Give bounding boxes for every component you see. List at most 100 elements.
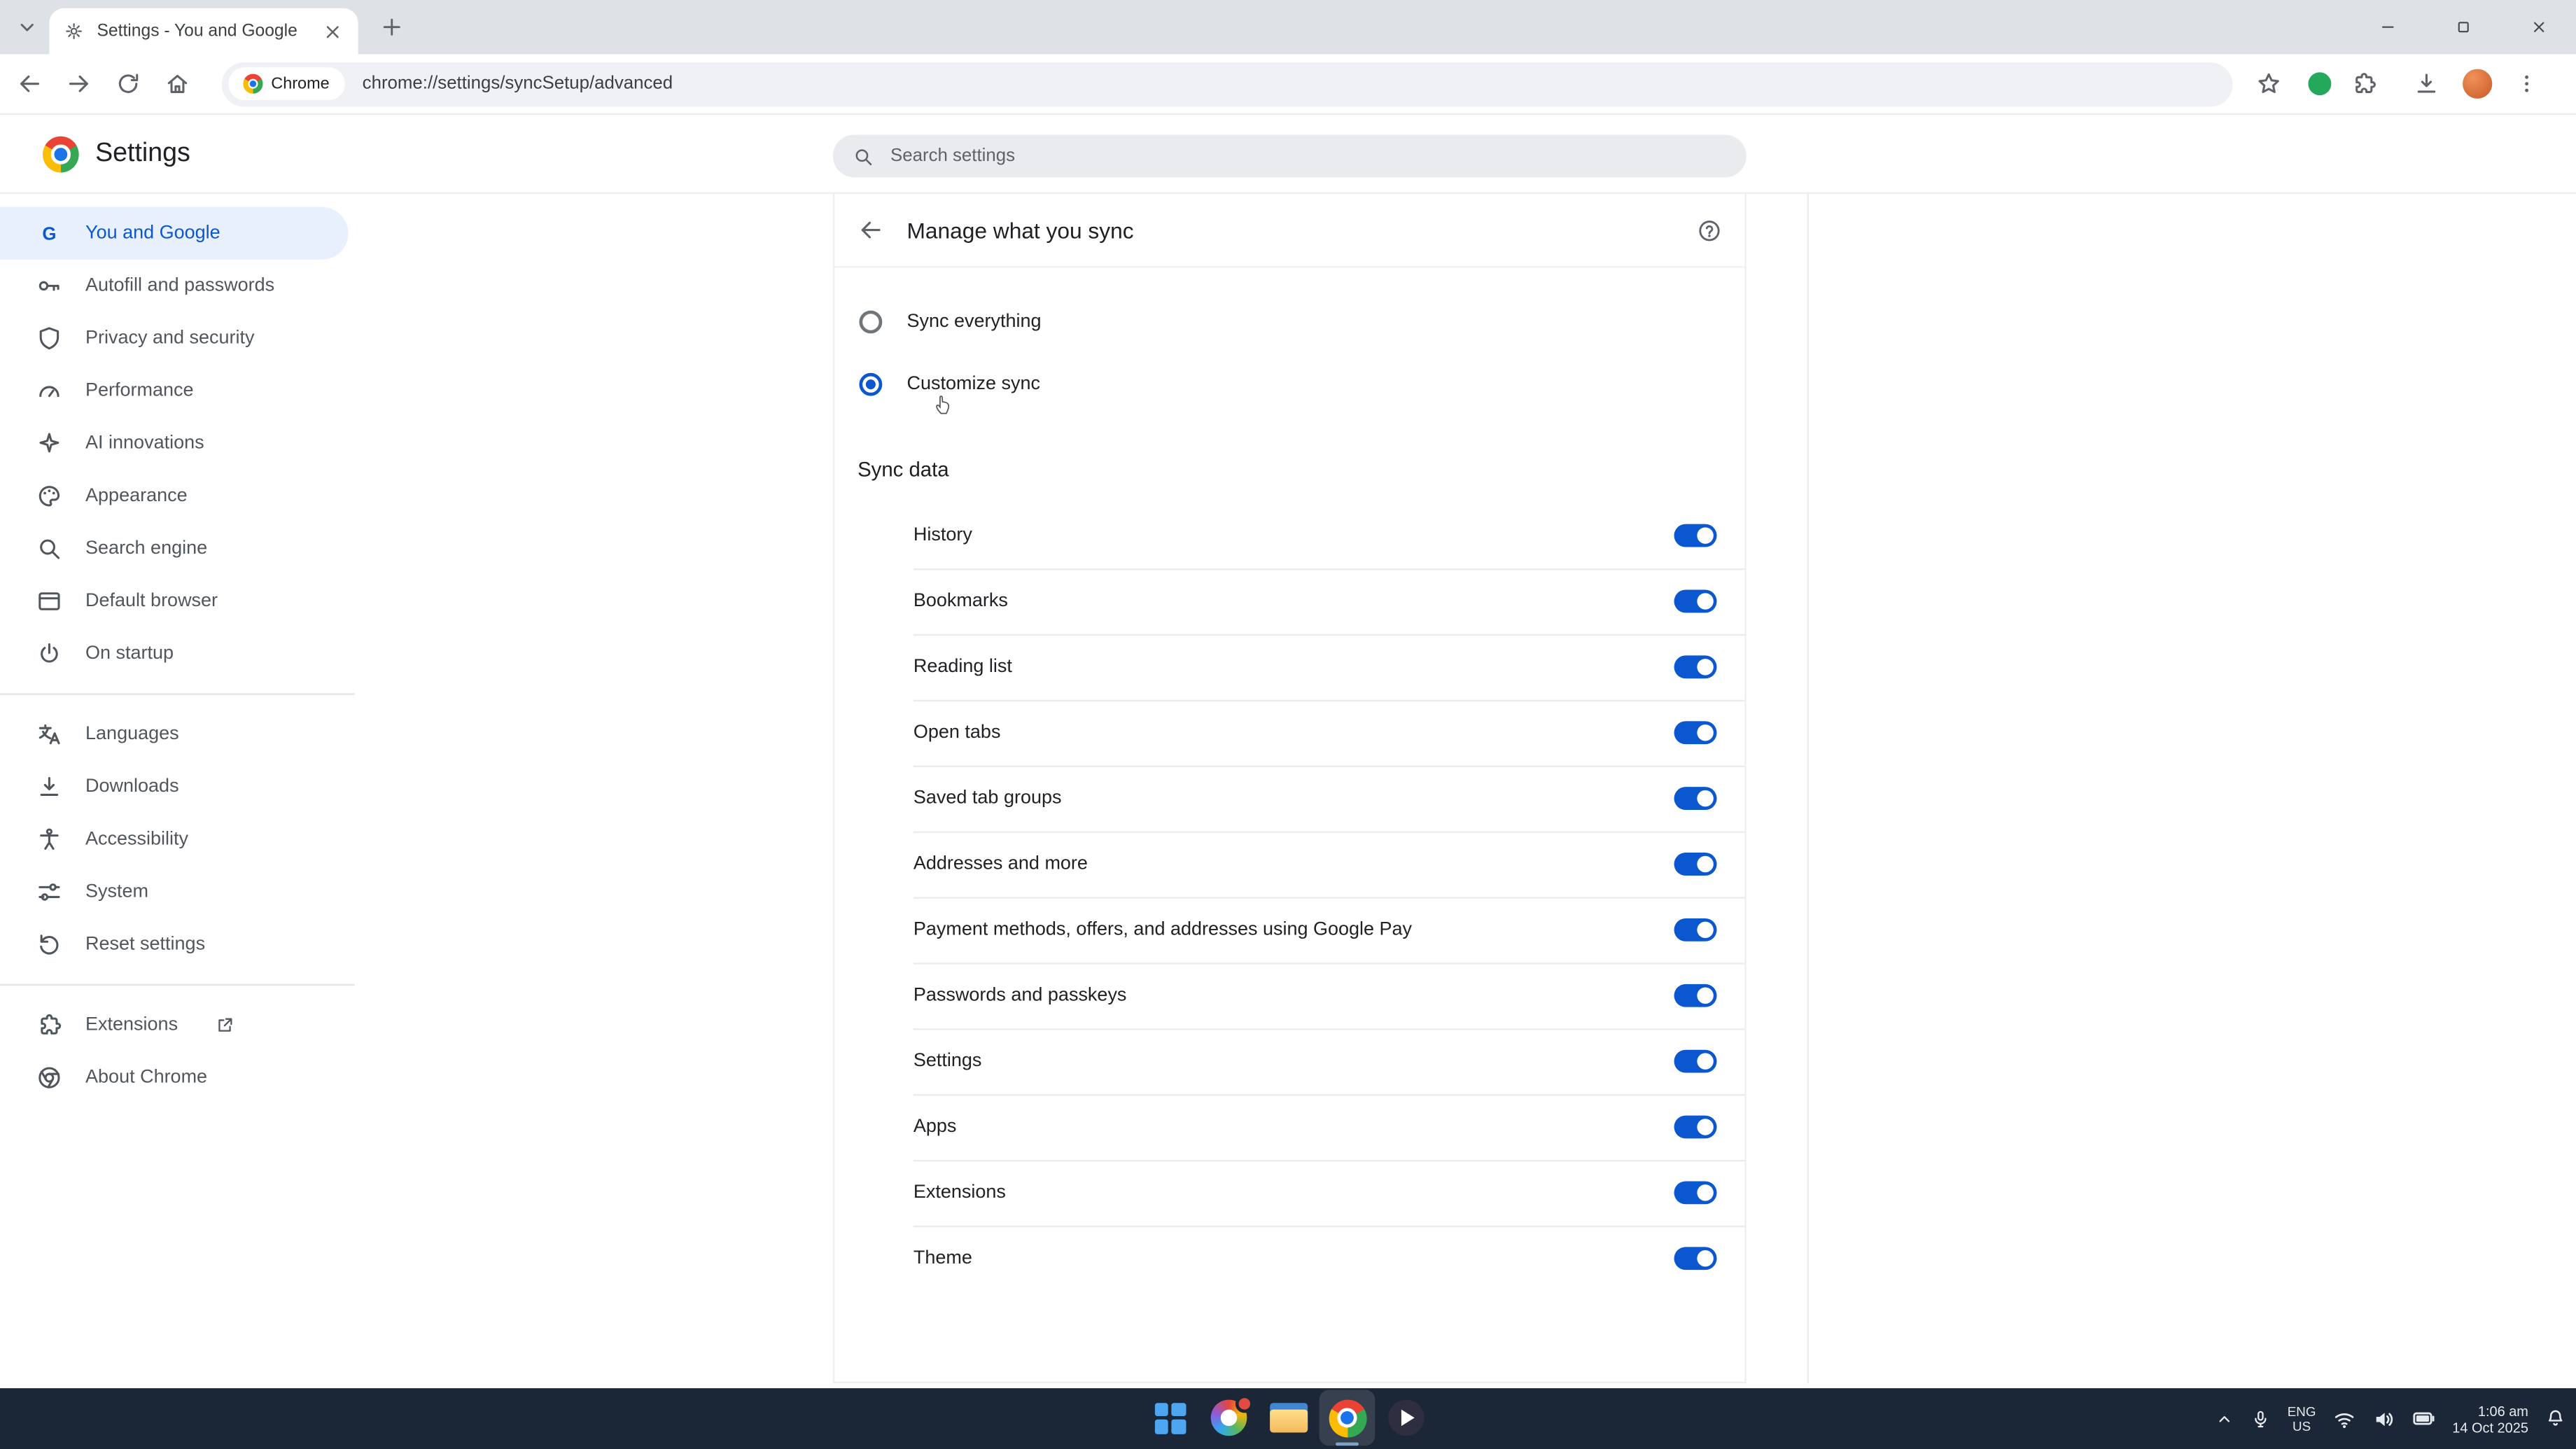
new-tab-button[interactable] <box>379 15 404 39</box>
media-player-icon <box>1388 1400 1424 1436</box>
sidebar-item-reset-settings[interactable]: Reset settings <box>0 918 355 971</box>
clock[interactable]: 1:06 am 14 Oct 2025 <box>2452 1402 2528 1435</box>
back-button[interactable] <box>6 61 52 107</box>
radio-option-customize-sync[interactable]: Customize sync <box>834 354 1744 416</box>
language-indicator[interactable]: ENG US <box>2288 1404 2316 1433</box>
page-title: Settings <box>95 115 190 194</box>
maximize-button[interactable] <box>2425 0 2500 54</box>
bookmark-star-button[interactable] <box>2255 71 2282 97</box>
language-line2: US <box>2288 1419 2316 1434</box>
wifi-icon[interactable] <box>2332 1407 2356 1430</box>
radio-button[interactable] <box>859 311 882 334</box>
sidebar-item-label: You and Google <box>85 223 220 243</box>
sync-row-history: History <box>834 503 1744 568</box>
toggle-switch[interactable] <box>1674 590 1717 613</box>
sync-row-label: Reading list <box>913 657 1674 677</box>
sidebar-item-system[interactable]: System <box>0 866 355 918</box>
sync-row-label: Settings <box>913 1051 1674 1071</box>
browser-tab[interactable]: Settings - You and Google <box>49 8 358 55</box>
radio-label: Customize sync <box>907 374 1041 394</box>
sidebar-item-you-and-google[interactable]: G You and Google <box>0 207 349 260</box>
radio-label: Sync everything <box>907 312 1042 332</box>
sidebar-item-appearance[interactable]: Appearance <box>0 470 355 522</box>
battery-icon[interactable] <box>2412 1406 2436 1431</box>
forward-button[interactable] <box>56 61 102 107</box>
url-text: chrome://settings/syncSetup/advanced <box>363 74 673 94</box>
start-button[interactable] <box>1142 1390 1198 1446</box>
site-info-chip[interactable]: Chrome <box>228 67 344 100</box>
sidebar-item-performance[interactable]: Performance <box>0 365 355 417</box>
sidebar-item-ai-innovations[interactable]: AI innovations <box>0 417 355 470</box>
toggle-switch[interactable] <box>1674 1050 1717 1073</box>
sidebar-item-autofill-and-passwords[interactable]: Autofill and passwords <box>0 260 355 312</box>
sidebar-item-extensions[interactable]: Extensions <box>0 999 355 1051</box>
sidebar-item-languages[interactable]: Languages <box>0 708 355 761</box>
minimize-button[interactable] <box>2349 0 2425 54</box>
window-controls <box>2349 0 2576 54</box>
radio-button[interactable] <box>859 373 882 396</box>
sidebar-item-default-browser[interactable]: Default browser <box>0 575 355 627</box>
sidebar-item-on-startup[interactable]: On startup <box>0 628 355 680</box>
toggle-switch[interactable] <box>1674 918 1717 941</box>
puzzle-icon <box>2351 71 2377 97</box>
toggle-switch[interactable] <box>1674 524 1717 547</box>
sync-row-addresses-and-more: Addresses and more <box>834 832 1744 897</box>
subpage-back-button[interactable] <box>858 217 884 244</box>
settings-search-input[interactable]: Search settings <box>833 134 1746 177</box>
notification-bell-icon[interactable] <box>2544 1408 2566 1429</box>
help-button[interactable] <box>1697 218 1721 242</box>
radio-option-sync-everything[interactable]: Sync everything <box>834 290 1744 353</box>
browser-window-icon <box>36 588 63 615</box>
app-with-notification[interactable] <box>1201 1390 1257 1446</box>
tune-icon <box>36 879 63 906</box>
sidebar-item-search-engine[interactable]: Search engine <box>0 522 355 575</box>
sidebar-item-label: Languages <box>85 724 179 744</box>
sidebar-item-downloads[interactable]: Downloads <box>0 761 355 813</box>
tab-close-icon[interactable] <box>322 20 344 42</box>
sidebar-nav: G You and Google Autofill and passwordsPri… <box>0 207 355 1104</box>
svg-text:G: G <box>42 225 56 244</box>
sidebar-item-privacy-and-security[interactable]: Privacy and security <box>0 312 355 365</box>
sidebar-item-label: Accessibility <box>85 830 188 849</box>
toggle-switch[interactable] <box>1674 1247 1717 1270</box>
sidebar-item-about-chrome[interactable]: About Chrome <box>0 1051 355 1104</box>
microphone-icon[interactable] <box>2251 1409 2271 1429</box>
hidden-icons-chevron[interactable] <box>2215 1409 2234 1429</box>
toggle-switch[interactable] <box>1674 984 1717 1007</box>
toggle-switch[interactable] <box>1674 1181 1717 1204</box>
toggle-switch[interactable] <box>1674 1116 1717 1139</box>
subpage-header: Manage what you sync <box>834 194 1744 268</box>
home-button[interactable] <box>155 61 201 107</box>
power-icon <box>36 640 63 667</box>
address-bar[interactable]: Chrome chrome://settings/syncSetup/advan… <box>222 62 2233 106</box>
toggle-switch[interactable] <box>1674 853 1717 876</box>
extension-badge-icon[interactable] <box>2308 72 2331 95</box>
sync-row-open-tabs: Open tabs <box>834 700 1744 766</box>
section-title: Sync data <box>834 458 1744 482</box>
sync-data-list: HistoryBookmarksReading listOpen tabsSav… <box>834 503 1744 1292</box>
profile-avatar[interactable] <box>2463 69 2492 99</box>
reload-button[interactable] <box>105 61 151 107</box>
speaker-icon[interactable] <box>2372 1407 2395 1430</box>
translate-icon <box>36 721 63 748</box>
sidebar-item-label: Appearance <box>85 486 188 506</box>
extensions-button[interactable] <box>2351 71 2377 97</box>
toggle-switch[interactable] <box>1674 787 1717 810</box>
language-line1: ENG <box>2288 1404 2316 1418</box>
sync-row-apps: Apps <box>834 1094 1744 1160</box>
key-icon <box>36 273 63 300</box>
search-icon <box>853 146 874 167</box>
sidebar-item-label: AI innovations <box>85 434 204 454</box>
toggle-switch[interactable] <box>1674 655 1717 678</box>
google-g-icon: G <box>36 220 63 246</box>
close-window-button[interactable] <box>2500 0 2576 54</box>
media-player[interactable] <box>1378 1390 1434 1446</box>
sidebar-item-accessibility[interactable]: Accessibility <box>0 813 355 866</box>
file-explorer[interactable] <box>1260 1390 1316 1446</box>
toggle-switch[interactable] <box>1674 721 1717 744</box>
chrome-browser[interactable] <box>1320 1390 1376 1446</box>
accessibility-icon <box>36 827 63 853</box>
downloads-button[interactable] <box>2414 71 2440 97</box>
browser-menu-button[interactable] <box>2515 71 2538 97</box>
tab-search-chevron-icon[interactable] <box>15 15 39 39</box>
